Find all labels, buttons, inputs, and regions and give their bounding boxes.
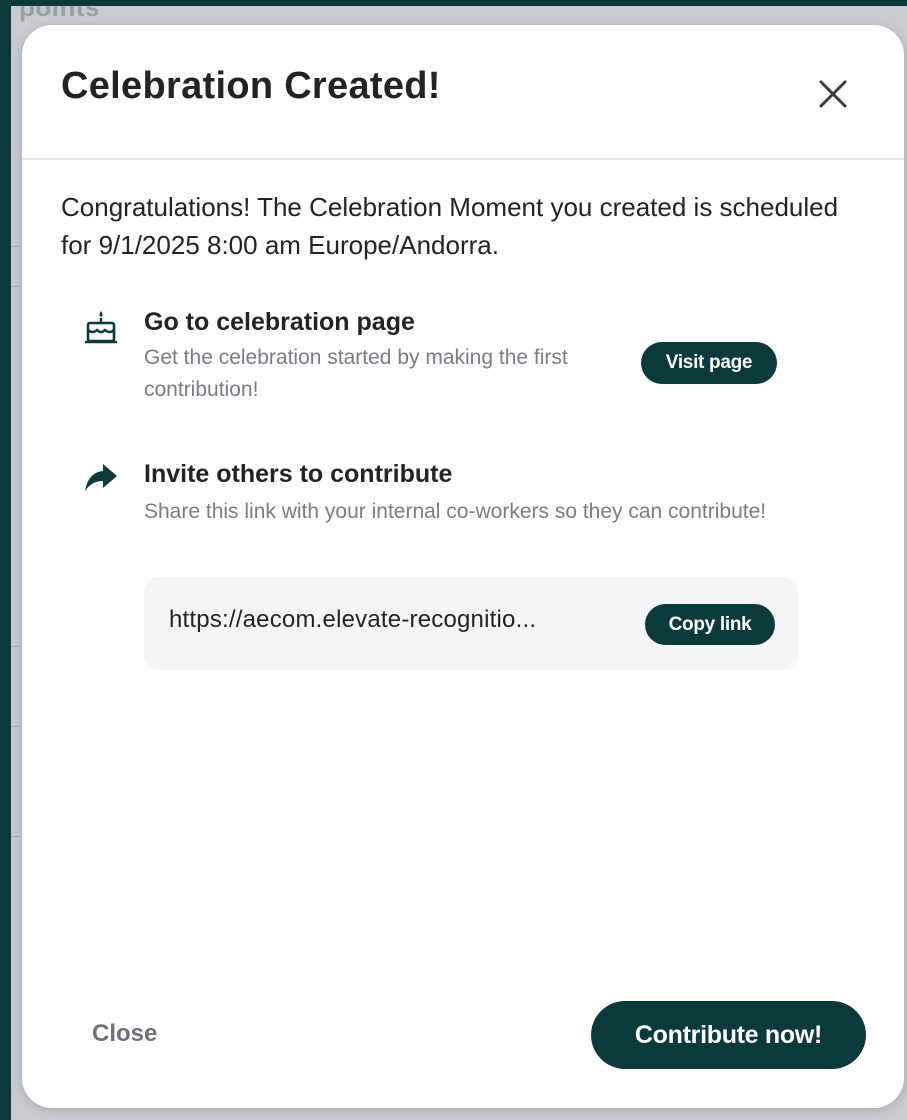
contribute-now-button[interactable]: Contribute now! [591, 1001, 866, 1069]
invite-description: Share this link with your internal co-wo… [144, 500, 767, 523]
copy-link-button[interactable]: Copy link [645, 604, 775, 645]
close-button[interactable]: Close [92, 1020, 157, 1048]
dialog-title: Celebration Created! [61, 65, 441, 107]
schedule-message: Congratulations! The Celebration Moment … [61, 192, 839, 260]
close-icon[interactable] [816, 77, 850, 111]
cake-icon [83, 309, 119, 345]
dialog-header: Celebration Created! [22, 25, 904, 160]
celebration-created-dialog: Celebration Created! Congratulations! Th… [22, 25, 904, 1108]
invite-title: Invite others to contribute [144, 460, 453, 488]
backdrop-divider [11, 246, 19, 247]
share-arrow-icon [83, 461, 119, 497]
share-link-url[interactable]: https://aecom.elevate-recognitio... [169, 606, 624, 634]
share-link-box: https://aecom.elevate-recognitio... Copy… [144, 577, 798, 670]
backdrop-divider [11, 726, 19, 727]
backdrop-heading: points [19, 6, 100, 22]
backdrop-divider [11, 286, 19, 287]
celebration-page-title: Go to celebration page [144, 308, 415, 336]
backdrop-divider [11, 646, 19, 647]
celebration-page-description: Get the celebration started by making th… [144, 346, 568, 401]
backdrop-divider [11, 836, 19, 837]
visit-page-button[interactable]: Visit page [641, 342, 777, 384]
